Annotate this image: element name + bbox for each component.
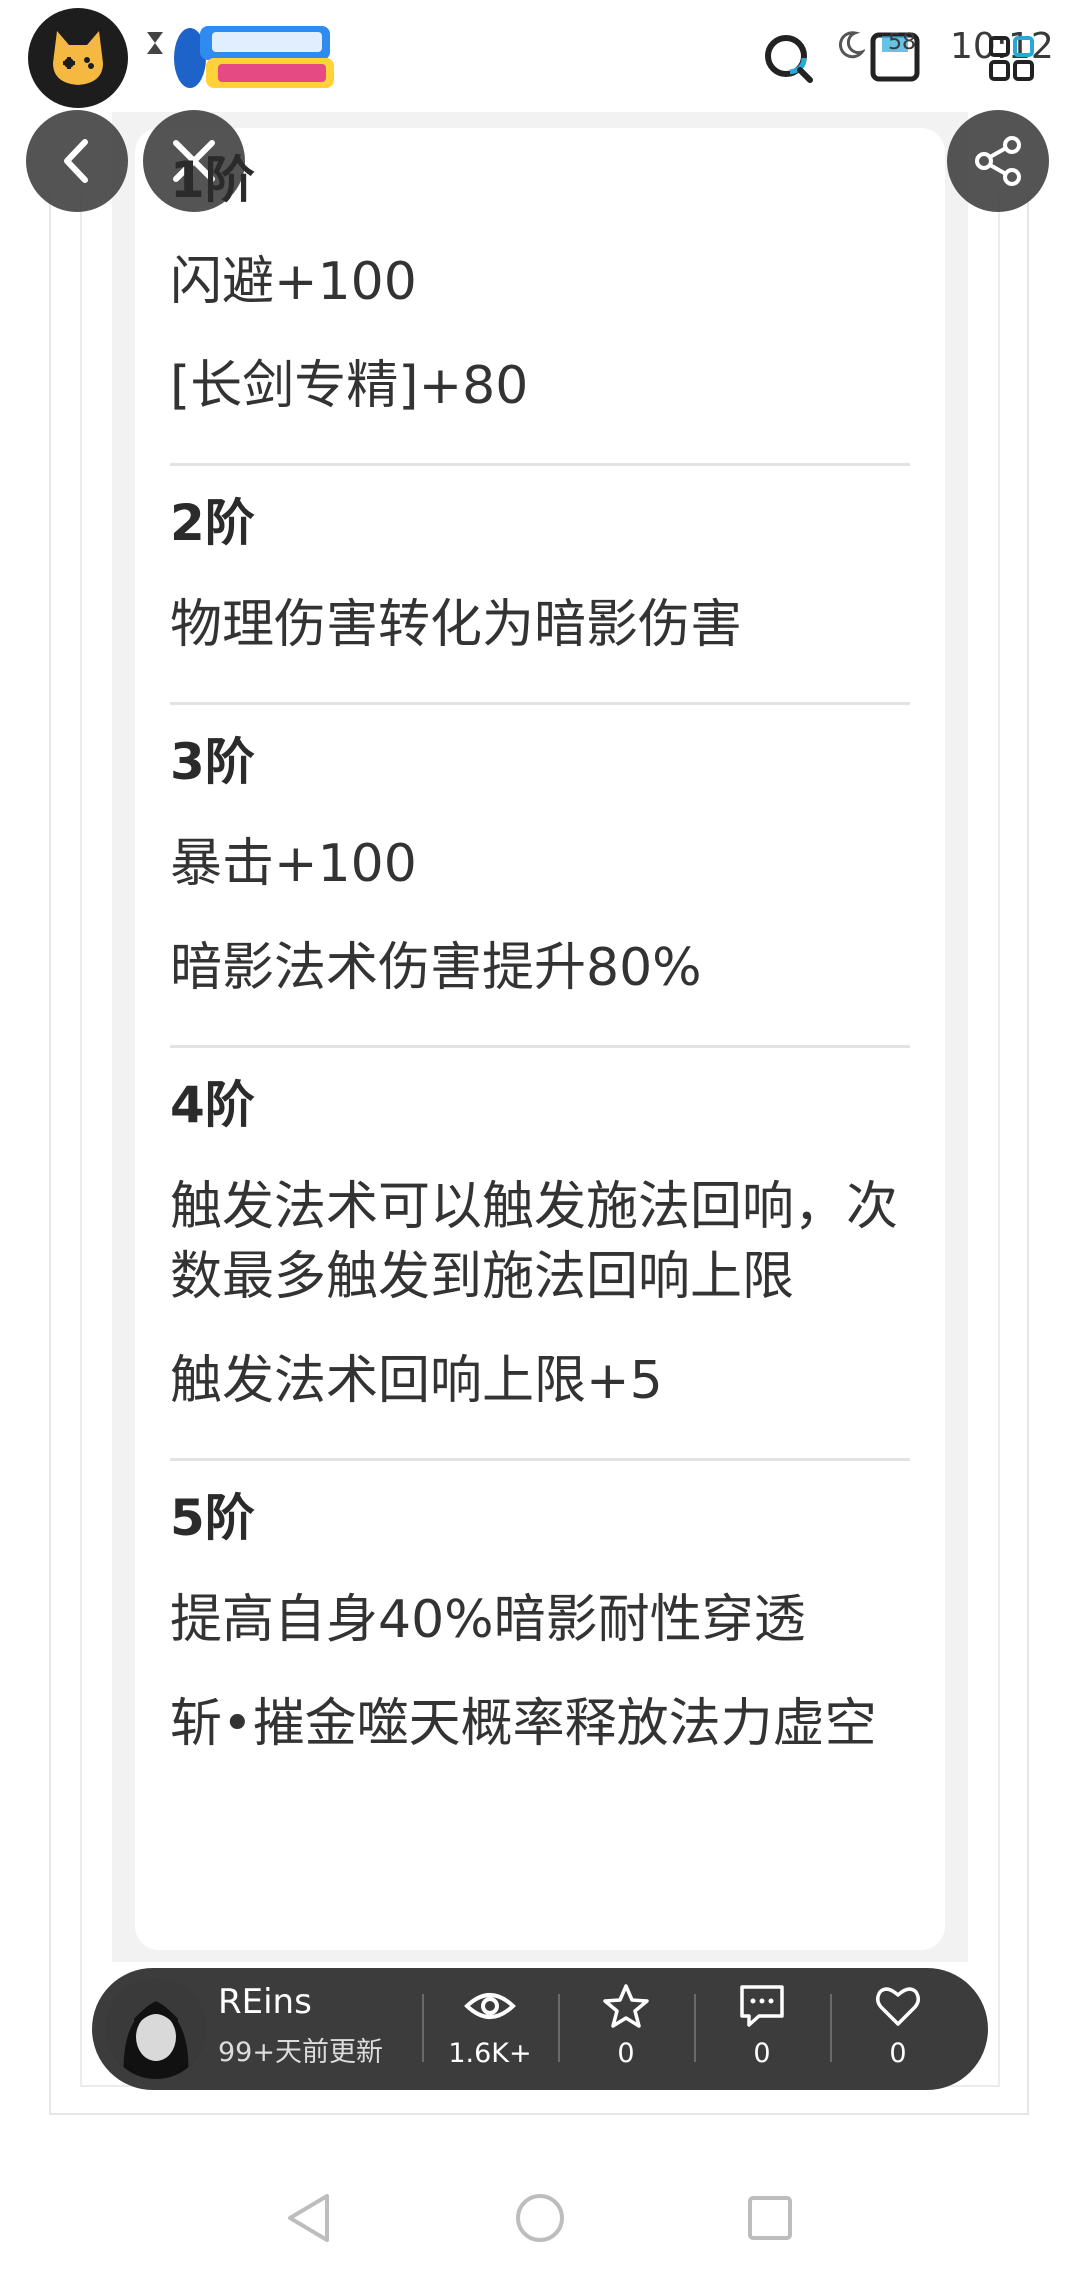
stats-divider [830, 1994, 832, 2062]
views-stat: 1.6K+ [430, 1982, 550, 2069]
article-stats-bar: REins 99+天前更新 1.6K+ 0 0 0 [92, 1968, 988, 2090]
tier-effect: 提高自身40%暗影耐性穿透 [170, 1590, 806, 1650]
tier-title: 3阶 [170, 733, 255, 791]
chevron-left-icon [64, 139, 88, 183]
system-nav-bar [0, 2140, 1080, 2280]
tier-section: 3阶 暴击+100 暗影法术伤害提升80% [170, 727, 910, 1048]
tier-effect: 暗影法术伤害提升80% [170, 938, 702, 998]
tier-effect: 闪避+100 [170, 252, 417, 312]
likes-count: 0 [889, 2038, 907, 2069]
game-controller-icon [53, 31, 103, 85]
update-time: 99+天前更新 [218, 2037, 383, 2068]
stats-divider [694, 1994, 696, 2062]
author-name[interactable]: REins [218, 1982, 312, 2022]
heart-icon [876, 1987, 920, 2026]
tier-title: 2阶 [170, 494, 255, 552]
author-avatar[interactable] [106, 1979, 206, 2079]
tier-effect: 触发法术可以触发施法回响，次数最多触发到施法回响上限 [170, 1177, 899, 1307]
grid-icon[interactable] [988, 35, 1036, 83]
tier-title: 5阶 [170, 1489, 255, 1547]
tier-title: 4阶 [170, 1076, 255, 1134]
tier-section: 5阶 提高自身40%暗影耐性穿透 斩•摧金噬天概率释放法力虚空 [170, 1483, 910, 1801]
article-content: 1阶 闪避+100 [长剑专精]+80 2阶 物理伤害转化为暗影伤害 3阶 暴击… [170, 145, 910, 1823]
app-logo [174, 26, 334, 88]
tier-section: 2阶 物理伤害转化为暗影伤害 [170, 488, 910, 705]
views-count: 1.6K+ [448, 2038, 532, 2069]
share-button[interactable] [947, 110, 1049, 212]
favorite-button[interactable]: 0 [566, 1982, 686, 2069]
comment-icon [740, 1985, 784, 2027]
tier-section: 1阶 闪避+100 [长剑专精]+80 [170, 145, 910, 466]
tier-effect: 触发法术回响上限+5 [170, 1351, 663, 1411]
tier-section: 4阶 触发法术可以触发施法回响，次数最多触发到施法回响上限 触发法术回响上限+5 [170, 1070, 910, 1461]
tier-effect: 斩•摧金噬天概率释放法力虚空 [170, 1694, 877, 1754]
favorites-count: 0 [617, 2038, 635, 2069]
share-icon [975, 136, 1021, 186]
star-icon [603, 1984, 649, 2028]
back-button[interactable] [26, 110, 128, 212]
nav-home-icon[interactable] [514, 2192, 566, 2244]
nav-recents-icon[interactable] [746, 2194, 794, 2242]
author-portrait-icon [106, 1979, 206, 2079]
like-button[interactable]: 0 [838, 1982, 958, 2069]
eye-icon [464, 1993, 516, 2019]
tier-title: 1阶 [170, 151, 255, 209]
stats-divider [558, 1994, 560, 2062]
search-icon[interactable] [760, 30, 816, 86]
stats-divider [422, 1994, 424, 2062]
tier-effect: 物理伤害转化为暗影伤害 [170, 595, 743, 655]
comments-count: 0 [753, 2038, 771, 2069]
moon-icon [839, 31, 865, 59]
comment-button[interactable]: 0 [702, 1982, 822, 2069]
battery-level: 58 [888, 30, 916, 55]
nav-back-icon[interactable] [285, 2192, 333, 2244]
tier-effect: [长剑专精]+80 [170, 356, 529, 416]
tier-effect: 暴击+100 [170, 834, 417, 894]
hourglass-icon [147, 32, 163, 54]
app-avatar[interactable] [28, 8, 128, 108]
